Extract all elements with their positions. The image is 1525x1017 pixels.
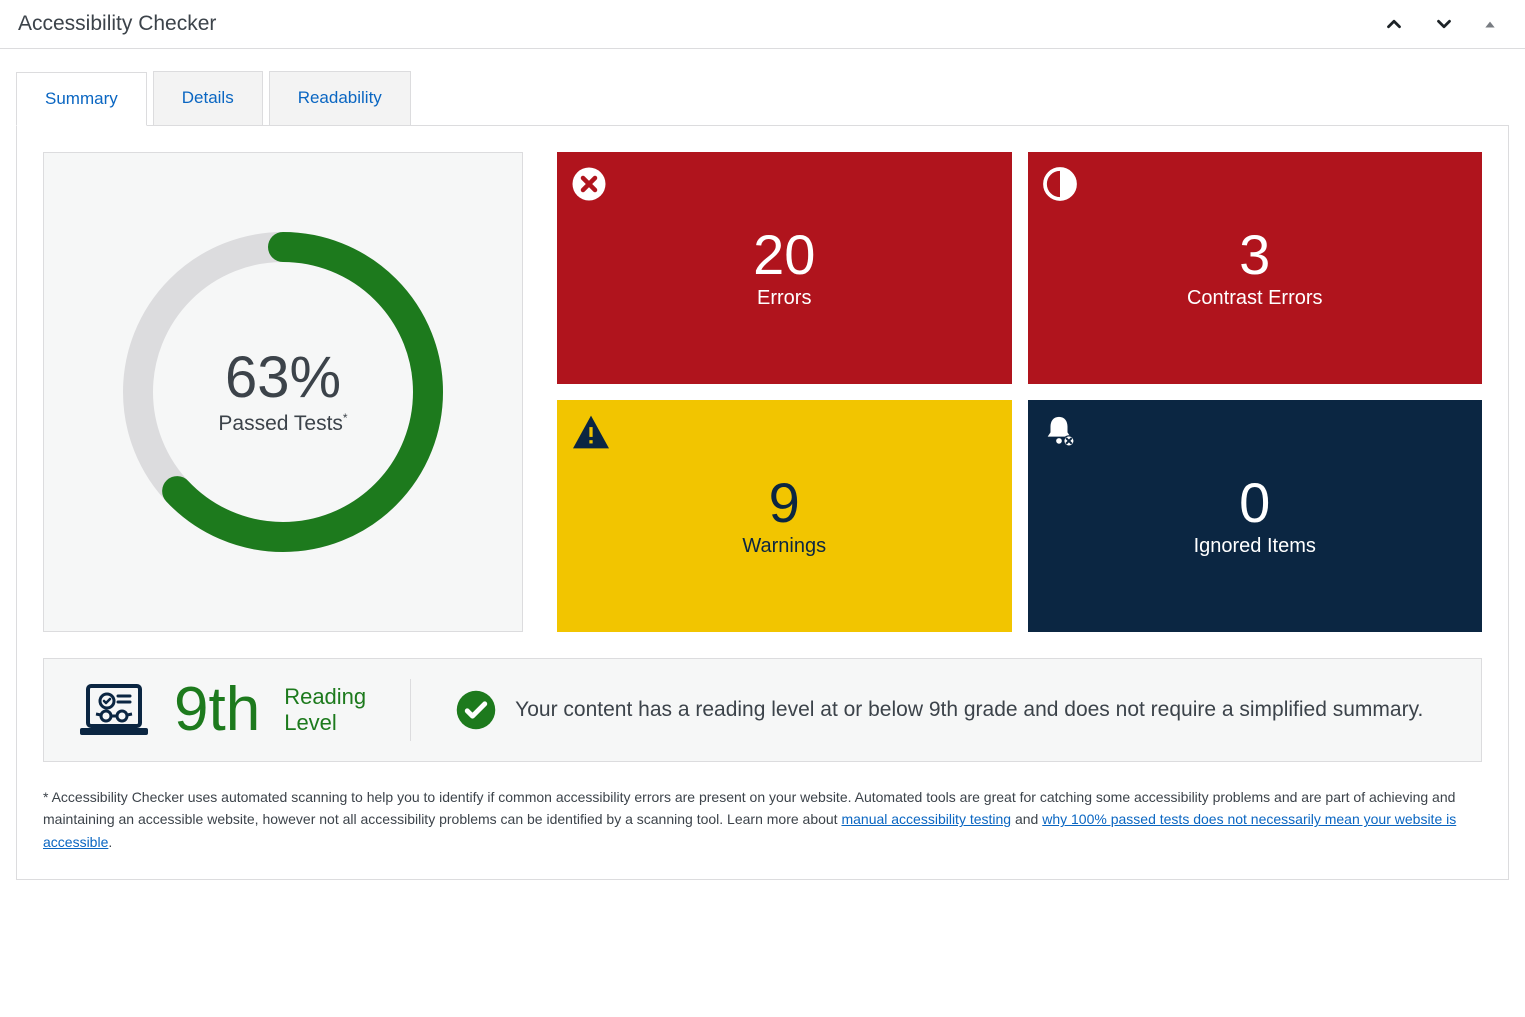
donut-center: 63% Passed Tests* xyxy=(113,222,453,562)
metabox-up-icon[interactable] xyxy=(1383,13,1405,35)
reading-laptop-icon xyxy=(78,682,150,738)
reading-level-strip: 9th Reading Level Your content has a rea… xyxy=(43,658,1482,762)
card-ignored[interactable]: 0 Ignored Items xyxy=(1028,400,1483,632)
link-manual-testing[interactable]: manual accessibility testing xyxy=(841,811,1011,827)
x-circle-icon xyxy=(571,166,607,202)
bell-muted-icon xyxy=(1042,414,1076,448)
summary-top: 63% Passed Tests* 20 Errors 3 xyxy=(43,152,1482,632)
summary-panel: 63% Passed Tests* 20 Errors 3 xyxy=(16,125,1509,880)
check-circle-icon xyxy=(455,689,497,731)
card-contrast-errors[interactable]: 3 Contrast Errors xyxy=(1028,152,1483,384)
contrast-label: Contrast Errors xyxy=(1187,287,1323,310)
app-header: Accessibility Checker xyxy=(0,0,1525,49)
metabox-down-icon[interactable] xyxy=(1433,13,1455,35)
tab-readability[interactable]: Readability xyxy=(269,71,411,125)
passed-label-text: Passed Tests xyxy=(218,412,343,435)
passed-tests-box: 63% Passed Tests* xyxy=(43,152,523,632)
passed-percent: 63% xyxy=(225,349,341,407)
card-errors[interactable]: 20 Errors xyxy=(557,152,1012,384)
header-controls xyxy=(1383,13,1507,35)
reading-label: Reading Level xyxy=(284,684,366,737)
passed-asterisk: * xyxy=(343,411,348,425)
warnings-value: 9 xyxy=(769,475,800,531)
errors-label: Errors xyxy=(757,287,811,310)
reading-left: 9th Reading Level xyxy=(78,679,366,741)
ignored-value: 0 xyxy=(1239,475,1270,531)
card-warnings[interactable]: 9 Warnings xyxy=(557,400,1012,632)
footnote: * Accessibility Checker uses automated s… xyxy=(43,786,1482,853)
footnote-mid: and xyxy=(1015,811,1042,827)
tabs-bar: Summary Details Readability xyxy=(0,71,1525,125)
tab-summary[interactable]: Summary xyxy=(16,72,147,126)
reading-grade: 9th xyxy=(174,679,260,741)
metabox-toggle-icon[interactable] xyxy=(1483,17,1497,31)
reading-right: Your content has a reading level at or b… xyxy=(455,689,1447,731)
strip-divider xyxy=(410,679,411,741)
passed-tests-donut: 63% Passed Tests* xyxy=(113,222,453,562)
stat-cards: 20 Errors 3 Contrast Errors 9 Warnings xyxy=(557,152,1482,632)
ignored-label: Ignored Items xyxy=(1194,535,1316,558)
warnings-label: Warnings xyxy=(742,535,826,558)
contrast-icon xyxy=(1042,166,1078,202)
warning-triangle-icon xyxy=(571,414,611,450)
tab-details[interactable]: Details xyxy=(153,71,263,125)
contrast-value: 3 xyxy=(1239,227,1270,283)
footnote-suffix: . xyxy=(108,834,112,850)
reading-message: Your content has a reading level at or b… xyxy=(515,695,1423,725)
app-title: Accessibility Checker xyxy=(18,12,216,36)
passed-label: Passed Tests* xyxy=(218,411,347,436)
errors-value: 20 xyxy=(753,227,815,283)
